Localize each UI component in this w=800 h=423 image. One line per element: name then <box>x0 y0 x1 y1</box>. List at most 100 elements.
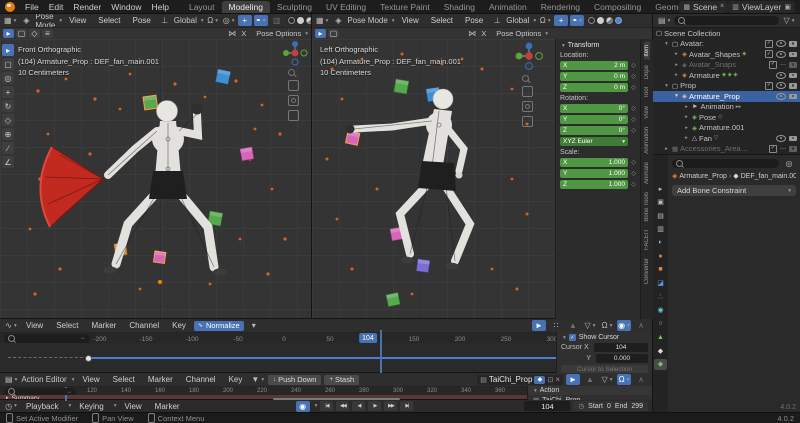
fan-prop[interactable] <box>40 147 103 227</box>
prop-cube-green[interactable] <box>143 95 158 110</box>
keyframe-icon[interactable]: ◇ <box>630 105 637 112</box>
timeline-menu-view[interactable]: View <box>119 402 146 411</box>
sidebar-tab-view[interactable]: View <box>644 103 650 122</box>
shading-rendered-icon[interactable] <box>615 17 622 24</box>
hide-eye-icon[interactable] <box>776 51 786 58</box>
shading-solid-icon[interactable] <box>297 17 304 24</box>
exclude-checkbox[interactable]: ✓ <box>765 40 773 48</box>
workspace-tab-compositing[interactable]: Compositing <box>587 1 648 13</box>
keyframe-icon[interactable]: ◇ <box>630 170 637 177</box>
pivot-point-icon[interactable]: ◎▾ <box>222 15 236 26</box>
only-errors-icon[interactable]: ▲ <box>583 374 597 385</box>
tab-particles-icon[interactable]: ∴ <box>654 291 667 302</box>
outliner-row-armature-prop[interactable]: ▾ ◈ Armature_Prop <box>653 91 800 102</box>
viewport-menu-select[interactable]: Select <box>426 16 458 25</box>
prop-cube-pink[interactable] <box>346 131 360 145</box>
editor-type-icon[interactable]: ▦▾ <box>3 15 17 26</box>
tab-object-icon[interactable]: ■ <box>654 264 667 275</box>
graph-menu-marker[interactable]: Marker <box>86 321 121 330</box>
outliner-row-animation[interactable]: ▸ ► Animation ▸▸ <box>653 102 800 113</box>
channel-search-input[interactable]: ↔ <box>4 334 90 343</box>
graph-menu-channel[interactable]: Channel <box>124 321 164 330</box>
tab-physics-icon[interactable]: ◉ <box>654 305 667 316</box>
expand-icon[interactable]: ▾ <box>663 83 670 89</box>
expand-icon[interactable]: ▸ <box>673 51 680 57</box>
scene-selector[interactable]: ▦ Scene × <box>679 1 728 13</box>
rotation-y-field[interactable]: Y0° <box>560 115 628 124</box>
sidebar-tab-faceit[interactable]: FACEIT <box>644 226 650 253</box>
hide-disabled-icon[interactable]: — <box>780 62 786 68</box>
jump-to-end-button[interactable]: ▶| <box>400 401 413 411</box>
prop-cube-green[interactable] <box>394 79 409 94</box>
sidebar-tab-item[interactable]: Item <box>644 42 650 60</box>
panel-collapse-icon[interactable]: ▾ <box>562 43 565 49</box>
workspace-tab-sculpting[interactable]: Sculpting <box>270 1 319 13</box>
sidebar-tab-converter[interactable]: Converter <box>644 255 650 287</box>
dopesheet-mode-selector[interactable]: Action Editor <box>21 375 66 384</box>
breadcrumb-bone[interactable]: DEF_fan_main.001 <box>741 173 796 180</box>
xray-toggle-icon[interactable]: ▥ <box>270 15 284 26</box>
normalize-toggle[interactable]: ∿Normalize <box>194 321 244 331</box>
expand-icon[interactable]: ▸ <box>683 125 690 131</box>
workspace-tab-geometry-nodes[interactable]: Geometry Nodes <box>648 1 679 13</box>
snap-magnet-icon[interactable]: Ω▾ <box>538 15 552 26</box>
show-cursor-checkbox[interactable]: ✓ <box>569 334 576 341</box>
mirror-x-label[interactable]: X <box>481 29 486 38</box>
menu-window[interactable]: Window <box>106 2 146 12</box>
prev-keyframe-button[interactable]: ◀◀ <box>336 401 349 411</box>
expand-width-icon[interactable]: ↔ <box>80 335 86 341</box>
keyframe-icon[interactable]: ◇ <box>630 73 637 80</box>
keyframe-icon[interactable]: ◇ <box>630 84 637 91</box>
hide-eye-icon[interactable] <box>776 40 786 47</box>
sidebar-tab-bone-tools[interactable]: Bone Tools <box>644 189 650 225</box>
keyframe-icon[interactable]: ◇ <box>630 127 637 134</box>
fake-user-shield-icon[interactable]: ◆ <box>534 376 545 384</box>
move-tool-icon[interactable]: + <box>2 86 14 98</box>
mode-selector[interactable]: Pose Mode <box>35 14 55 28</box>
only-selected-icon[interactable]: ► <box>532 320 546 331</box>
auto-keyframe-toggle[interactable]: ◉ <box>296 401 310 412</box>
disable-render-icon[interactable] <box>789 136 797 142</box>
workspace-tab-layout[interactable]: Layout <box>182 1 222 13</box>
tab-object-constraints-icon[interactable]: ○ <box>654 318 667 329</box>
scale-x-field[interactable]: X1.000 <box>560 158 628 167</box>
expand-icon[interactable]: ▾ <box>673 93 680 99</box>
navigation-gizmo[interactable] <box>514 41 544 73</box>
camera-view-icon[interactable] <box>522 101 533 112</box>
zoom-icon[interactable] <box>288 69 295 76</box>
pan-hand-icon[interactable] <box>522 86 533 97</box>
location-x-field[interactable]: X2 m <box>560 61 628 70</box>
mirror-butterfly-icon[interactable]: ⋈ <box>465 28 479 39</box>
proportional-edit-icon[interactable]: ∧ <box>634 374 648 385</box>
expand-icon[interactable]: ▸ <box>663 146 670 152</box>
outliner-row-avatar-shapes[interactable]: ▸ ◈ Avatar_Shapes ◈ ✓ <box>653 49 800 60</box>
orientation-selector[interactable]: Global <box>506 16 529 25</box>
show-hidden-icon[interactable]: ∷ <box>549 320 563 331</box>
jump-to-start-button[interactable]: |◀ <box>320 401 333 411</box>
prop-cube-pink[interactable] <box>240 147 254 161</box>
outliner-display-mode-icon[interactable]: ▤▾ <box>657 15 671 26</box>
outliner-row-armature[interactable]: ▸ ◈ Armature ◈ ◈ ◈ <box>653 70 800 81</box>
overlays-toggle-icon[interactable]: ◓▾ <box>254 15 268 26</box>
active-tool-tweak-icon[interactable]: ▸ <box>315 29 326 38</box>
disable-render-icon[interactable] <box>789 83 797 89</box>
tab-view-layer-icon[interactable]: ▥ <box>654 224 667 235</box>
exclude-checkbox[interactable]: ✓ <box>769 145 777 153</box>
layer-filter-icon[interactable]: ▼▾ <box>250 374 265 385</box>
unlink-action-icon[interactable]: × <box>555 375 560 384</box>
properties-pin-icon[interactable]: ◎ <box>782 158 796 169</box>
play-button[interactable]: ▶ <box>368 401 381 411</box>
pan-hand-icon[interactable] <box>288 80 299 91</box>
viewlayer-settings-icon[interactable]: ▣ <box>784 3 791 11</box>
viewport-front-scene[interactable] <box>0 39 311 319</box>
shading-material-icon[interactable] <box>606 17 613 24</box>
outliner-row-fan[interactable]: ▸ △ Fan ▽ <box>653 133 800 144</box>
rotation-mode-dropdown[interactable]: XYZ Euler▾ <box>560 137 628 146</box>
tab-render-icon[interactable]: ▣ <box>654 197 667 208</box>
curve-handle-icon[interactable]: ∧ <box>634 320 648 331</box>
normalize-options-icon[interactable]: ▾ <box>247 320 261 331</box>
panel-title[interactable]: Transform <box>568 42 600 49</box>
workspace-tab-rendering[interactable]: Rendering <box>534 1 587 13</box>
end-frame-field[interactable]: 299 <box>631 403 643 410</box>
character-figure[interactable] <box>103 101 227 276</box>
